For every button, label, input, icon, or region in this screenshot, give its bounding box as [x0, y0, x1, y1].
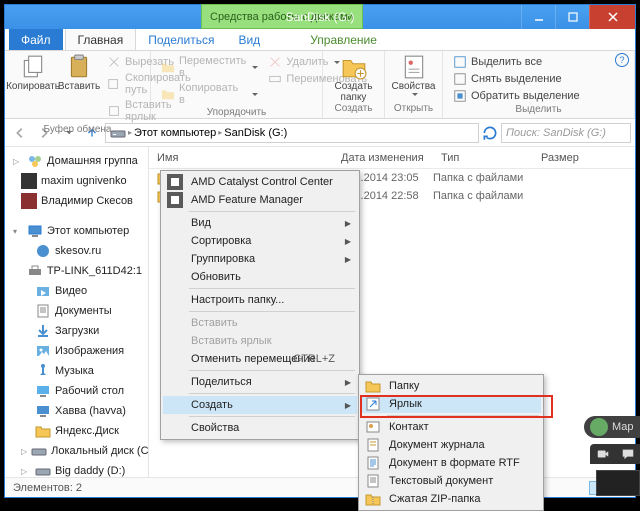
tab-share[interactable]: Поделиться — [136, 29, 226, 50]
tab-view[interactable]: Вид — [226, 29, 272, 50]
ribbon: ? Копировать Вставить Вырезать Скопирова… — [5, 51, 635, 119]
col-name[interactable]: Имя — [149, 152, 333, 164]
ctx-refresh[interactable]: Обновить — [163, 268, 357, 286]
nav-item[interactable]: Документы — [5, 301, 148, 321]
hangouts-thumb[interactable] — [596, 470, 640, 496]
nav-user2[interactable]: Владимир Скесов — [5, 191, 148, 211]
nav-item[interactable]: Загрузки — [5, 321, 148, 341]
nav-item[interactable]: TP-LINK_611D42:1 — [5, 261, 148, 281]
chat-icon[interactable] — [621, 447, 635, 461]
col-date[interactable]: Дата изменения — [333, 152, 433, 164]
col-type[interactable]: Тип — [433, 152, 533, 164]
breadcrumb-this-pc[interactable]: Этот компьютер — [134, 127, 216, 139]
nav-pane[interactable]: ▷Домашняя группа maxim ugnivenko Владими… — [5, 147, 149, 477]
search-input[interactable]: Поиск: SanDisk (G:) — [501, 123, 631, 143]
nav-user1[interactable]: maxim ugnivenko — [5, 171, 148, 191]
tab-home[interactable]: Главная — [65, 28, 137, 50]
nav-item[interactable]: Музыка — [5, 361, 148, 381]
nav-item[interactable]: Хавва (havva) — [5, 401, 148, 421]
nav-homegroup[interactable]: ▷Домашняя группа — [5, 151, 148, 171]
properties-button[interactable]: Свойства — [393, 54, 434, 96]
ctx-amd-ccc[interactable]: AMD Catalyst Control Center — [163, 173, 357, 191]
nav-item[interactable]: skesov.ru — [5, 241, 148, 261]
move-to-item[interactable]: Переместить в — [159, 54, 260, 80]
hangouts-overlay: Мар — [580, 416, 640, 496]
ctx-undo-move[interactable]: Отменить перемещениеCTRL+Z — [163, 350, 357, 368]
window-title: SanDisk (G:) — [286, 10, 355, 24]
breadcrumb[interactable]: ▸ Этот компьютер ▸ SanDisk (G:) — [105, 123, 479, 143]
ctx-share[interactable]: Поделиться▶ — [163, 373, 357, 391]
select-none-item[interactable]: Снять выделение — [451, 71, 582, 87]
breadcrumb-drive[interactable]: SanDisk (G:) — [224, 127, 287, 139]
create-shortcut[interactable]: Ярлык — [361, 395, 541, 413]
tab-file[interactable]: Файл — [9, 29, 63, 50]
ctx-view[interactable]: Вид▶ — [163, 214, 357, 232]
nav-item[interactable]: ▷Локальный диск (C:) — [5, 441, 148, 461]
context-menu[interactable]: AMD Catalyst Control Center AMD Feature … — [160, 170, 360, 440]
nav-item[interactable]: Яндекс.Диск — [5, 421, 148, 441]
tab-manage[interactable]: Управление — [298, 29, 389, 50]
create-folder[interactable]: Папку — [361, 377, 541, 395]
copy-button[interactable]: Копировать — [13, 54, 53, 92]
create-submenu[interactable]: Папку Ярлык Контакт Документ журнала Док… — [358, 374, 544, 511]
create-text[interactable]: Текстовый документ — [361, 472, 541, 490]
nav-item[interactable]: ▷Big daddy (D:) — [5, 461, 148, 477]
ribbon-tabs: Файл Главная Поделиться Вид Управление — [5, 29, 635, 51]
ctx-create[interactable]: Создать▶ — [163, 396, 357, 414]
nav-item[interactable]: Рабочий стол — [5, 381, 148, 401]
open-group-label: Открыть — [393, 103, 434, 116]
organize-group-label: Упорядочить — [159, 107, 314, 120]
maximize-button[interactable] — [555, 5, 589, 29]
new-group-label: Создать — [331, 103, 376, 116]
ctx-paste[interactable]: Вставить — [163, 314, 357, 332]
ctx-properties[interactable]: Свойства — [163, 419, 357, 437]
hangouts-contact[interactable]: Мар — [584, 416, 640, 438]
select-all-item[interactable]: Выделить все — [451, 54, 582, 70]
nav-item[interactable]: Видео — [5, 281, 148, 301]
create-zip[interactable]: Сжатая ZIP-папка — [361, 490, 541, 508]
status-count: Элементов: 2 — [13, 482, 82, 494]
ctx-sort[interactable]: Сортировка▶ — [163, 232, 357, 250]
paste-button[interactable]: Вставить — [59, 54, 99, 92]
invert-selection-item[interactable]: Обратить выделение — [451, 88, 582, 104]
close-button[interactable] — [589, 5, 635, 29]
ctx-paste-shortcut[interactable]: Вставить ярлык — [163, 332, 357, 350]
create-rtf[interactable]: Документ в формате RTF — [361, 454, 541, 472]
nav-this-pc[interactable]: ▾Этот компьютер — [5, 221, 148, 241]
refresh-button[interactable] — [481, 124, 499, 142]
select-group-label: Выделить — [451, 104, 626, 117]
new-folder-button[interactable]: Создать папку — [331, 54, 376, 103]
camera-icon[interactable] — [596, 447, 610, 461]
create-contact[interactable]: Контакт — [361, 418, 541, 436]
nav-item[interactable]: Изображения — [5, 341, 148, 361]
column-headers[interactable]: Имя Дата изменения Тип Размер — [149, 147, 635, 169]
copy-to-item[interactable]: Копировать в — [159, 81, 260, 107]
col-size[interactable]: Размер — [533, 152, 593, 164]
titlebar: Средства работы с дисками SanDisk (G:) — [5, 5, 635, 29]
clipboard-group-label: Буфер обмена — [13, 124, 142, 137]
ctx-group[interactable]: Группировка▶ — [163, 250, 357, 268]
ctx-amd-fm[interactable]: AMD Feature Manager — [163, 191, 357, 209]
minimize-button[interactable] — [521, 5, 555, 29]
hangouts-controls[interactable] — [590, 444, 640, 464]
ctx-customize[interactable]: Настроить папку... — [163, 291, 357, 309]
create-journal[interactable]: Документ журнала — [361, 436, 541, 454]
help-icon[interactable]: ? — [615, 53, 629, 67]
